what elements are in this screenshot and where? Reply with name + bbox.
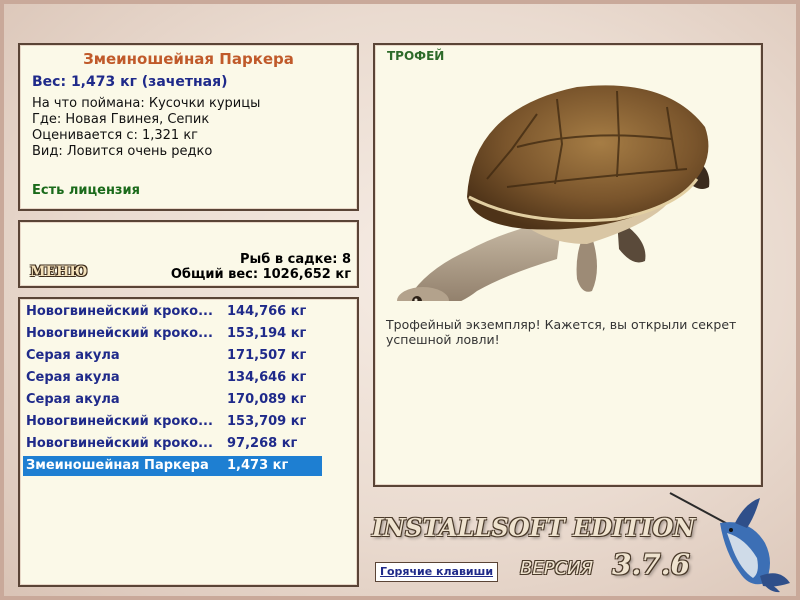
list-item-name: Змеиношейная Паркера [26, 458, 209, 473]
license-status: Есть лицензия [32, 183, 140, 198]
stats-panel: МЕНЮ Рыб в садке: 8 Общий вес: 1026,652 … [18, 220, 359, 288]
list-item[interactable]: Серая акула 170,089 кг [23, 390, 322, 410]
hotkeys-link[interactable]: Горячие клавиши [375, 562, 498, 582]
trophy-panel: ТРОФЕЙ Трофейный экземпляр! Кажется, вы … [373, 43, 763, 487]
list-item-name: Новогвинейский кроко... [26, 414, 213, 429]
list-item-name: Новогвинейский кроко... [26, 326, 213, 341]
menu-button[interactable]: МЕНЮ [30, 264, 87, 280]
bait-line: На что поймана: Кусочки курицы [32, 96, 261, 111]
turtle-image [397, 85, 710, 301]
list-item[interactable]: Серая акула 171,507 кг [23, 346, 322, 366]
list-item-weight: 170,089 кг [227, 392, 307, 407]
catch-list-panel: Новогвинейский кроко... 144,766 кг Новог… [18, 297, 359, 587]
edition-logo: INSTALLSOFT EDITION [372, 513, 696, 542]
list-item-name: Серая акула [26, 348, 120, 363]
list-item-name: Новогвинейский кроко... [26, 304, 213, 319]
list-item-weight: 153,709 кг [227, 414, 307, 429]
version-label: ВЕРСИЯ [520, 558, 594, 579]
trophy-description: Трофейный экземпляр! Кажется, вы открыли… [386, 317, 737, 347]
list-item-weight: 134,646 кг [227, 370, 307, 385]
list-item[interactable]: Новогвинейский кроко... 144,766 кг [23, 302, 322, 322]
trophy-label: ТРОФЕЙ [387, 49, 445, 63]
list-item[interactable]: Новогвинейский кроко... 153,709 кг [23, 412, 322, 432]
list-item-selected[interactable]: Змеиношейная Паркера 1,473 кг [23, 456, 322, 476]
min-weight-line: Оценивается с: 1,321 кг [32, 128, 199, 143]
fish-weight: Вес: 1,473 кг (зачетная) [32, 74, 228, 90]
list-item[interactable]: Серая акула 134,646 кг [23, 368, 322, 388]
location-line: Где: Новая Гвинея, Сепик [32, 112, 210, 127]
fish-info-panel: Змеиношейная Паркера Вес: 1,473 кг (заче… [18, 43, 359, 211]
list-item-weight: 144,766 кг [227, 304, 307, 319]
fish-title: Змеиношейная Паркера [83, 50, 294, 68]
list-item-name: Новогвинейский кроко... [26, 436, 213, 451]
list-item[interactable]: Новогвинейский кроко... 153,194 кг [23, 324, 322, 344]
list-item-weight: 171,507 кг [227, 348, 307, 363]
total-weight: Общий вес: 1026,652 кг [170, 267, 351, 282]
list-item-weight: 1,473 кг [227, 458, 289, 473]
list-item[interactable]: Новогвинейский кроко... 97,268 кг [23, 434, 322, 454]
list-item-weight: 153,194 кг [227, 326, 307, 341]
list-item-weight: 97,268 кг [227, 436, 298, 451]
fish-count: Рыб в садке: 8 [239, 252, 351, 267]
list-item-name: Серая акула [26, 370, 120, 385]
list-item-name: Серая акула [26, 392, 120, 407]
marlin-icon [669, 492, 790, 593]
rarity-line: Вид: Ловится очень редко [32, 144, 213, 159]
